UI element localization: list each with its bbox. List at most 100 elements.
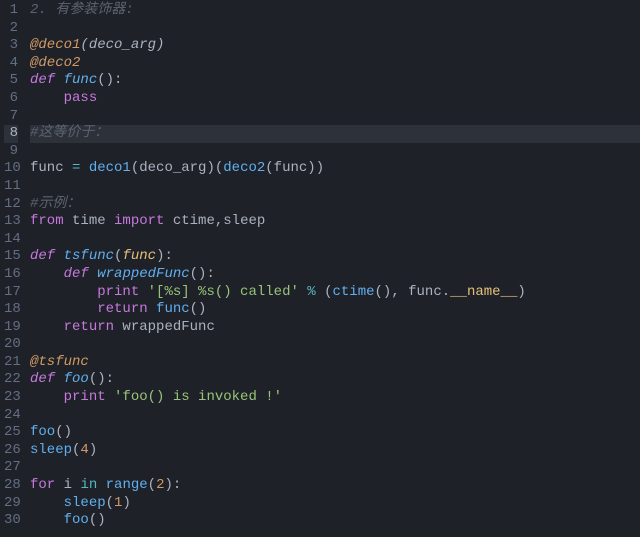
- code-token: [30, 90, 64, 106]
- code-token: return: [64, 319, 114, 335]
- line-number: 8: [4, 125, 18, 143]
- code-line[interactable]: def func():: [30, 72, 640, 90]
- code-area[interactable]: 2. 有参装饰器: @deco1(deco_arg)@deco2def func…: [26, 0, 640, 532]
- code-line[interactable]: [30, 407, 640, 425]
- code-token: range: [106, 477, 148, 493]
- code-token: [139, 284, 147, 300]
- line-number: 16: [4, 266, 18, 284]
- code-token: foo: [30, 424, 55, 440]
- line-number: 23: [4, 389, 18, 407]
- code-line[interactable]: foo(): [30, 512, 640, 530]
- code-editor[interactable]: 1234567891011121314151617181920212223242…: [0, 0, 640, 532]
- code-token: tsfunc: [64, 248, 114, 264]
- code-token: func: [30, 160, 72, 176]
- code-line[interactable]: [30, 20, 640, 38]
- code-line[interactable]: return func(): [30, 301, 640, 319]
- code-token: wrappedFunc: [114, 319, 215, 335]
- line-number: 28: [4, 477, 18, 495]
- code-line[interactable]: for i in range(2):: [30, 477, 640, 495]
- code-token: [30, 266, 64, 282]
- code-token: (func)): [265, 160, 324, 176]
- code-token: [55, 248, 63, 264]
- code-token: #示例：: [30, 196, 80, 212]
- code-token: from: [30, 213, 64, 229]
- code-line[interactable]: print 'foo() is invoked !': [30, 389, 640, 407]
- code-token: deco1: [89, 160, 131, 176]
- line-number: 4: [4, 55, 18, 73]
- code-token: [30, 284, 97, 300]
- code-token: @deco1: [30, 37, 80, 53]
- code-token: (: [148, 477, 156, 493]
- code-line[interactable]: from time import ctime,sleep: [30, 213, 640, 231]
- code-token: for: [30, 477, 55, 493]
- code-line[interactable]: @deco2: [30, 55, 640, 73]
- code-line[interactable]: #这等价于：: [30, 125, 640, 143]
- code-token: ): [89, 442, 97, 458]
- code-line[interactable]: #示例：: [30, 196, 640, 214]
- code-token: sleep: [64, 495, 106, 511]
- code-line[interactable]: func = deco1(deco_arg)(deco2(func)): [30, 160, 640, 178]
- code-token: (: [316, 284, 333, 300]
- code-token: [106, 389, 114, 405]
- code-token: i: [55, 477, 80, 493]
- line-number: 18: [4, 301, 18, 319]
- code-token: def: [30, 248, 55, 264]
- line-number: 24: [4, 407, 18, 425]
- code-token: (): [190, 301, 207, 317]
- line-number: 25: [4, 424, 18, 442]
- code-line[interactable]: [30, 108, 640, 126]
- line-number-gutter: 1234567891011121314151617181920212223242…: [0, 0, 26, 532]
- code-token: foo: [64, 371, 89, 387]
- code-line[interactable]: [30, 143, 640, 161]
- line-number: 3: [4, 37, 18, 55]
- code-token: deco2: [223, 160, 265, 176]
- code-token: sleep: [30, 442, 72, 458]
- line-number: 29: [4, 495, 18, 513]
- code-line[interactable]: [30, 459, 640, 477]
- code-token: [30, 319, 64, 335]
- code-token: def: [30, 72, 55, 88]
- line-number: 17: [4, 284, 18, 302]
- code-line[interactable]: def foo():: [30, 371, 640, 389]
- code-token: [30, 512, 64, 528]
- code-line[interactable]: foo(): [30, 424, 640, 442]
- line-number: 2: [4, 20, 18, 38]
- code-token: 2. 有参装饰器:: [30, 2, 134, 18]
- code-token: (), func.: [375, 284, 451, 300]
- code-token: print: [64, 389, 106, 405]
- code-line[interactable]: sleep(1): [30, 495, 640, 513]
- code-line[interactable]: @deco1(deco_arg): [30, 37, 640, 55]
- code-token: [89, 266, 97, 282]
- code-line[interactable]: print '[%s] %s() called' % (ctime(), fun…: [30, 284, 640, 302]
- code-line[interactable]: [30, 336, 640, 354]
- code-line[interactable]: def wrappedFunc():: [30, 266, 640, 284]
- code-line[interactable]: return wrappedFunc: [30, 319, 640, 337]
- code-token: [30, 495, 64, 511]
- code-token: deco_arg: [89, 37, 156, 53]
- code-token: def: [64, 266, 89, 282]
- line-number: 9: [4, 143, 18, 161]
- code-token: '[%s] %s() called': [148, 284, 299, 300]
- code-token: 4: [80, 442, 88, 458]
- code-line[interactable]: sleep(4): [30, 442, 640, 460]
- code-token: print: [97, 284, 139, 300]
- code-token: func: [64, 72, 98, 88]
- code-token: @deco2: [30, 55, 80, 71]
- code-line[interactable]: @tsfunc: [30, 354, 640, 372]
- code-token: in: [80, 477, 97, 493]
- code-line[interactable]: 2. 有参装饰器:: [30, 2, 640, 20]
- line-number: 12: [4, 196, 18, 214]
- code-token: foo: [64, 512, 89, 528]
- code-token: wrappedFunc: [97, 266, 189, 282]
- code-line[interactable]: [30, 178, 640, 196]
- code-line[interactable]: def tsfunc(func):: [30, 248, 640, 266]
- code-token: ():: [97, 72, 122, 88]
- code-line[interactable]: pass: [30, 90, 640, 108]
- code-line[interactable]: [30, 231, 640, 249]
- code-token: [80, 160, 88, 176]
- code-token: @tsfunc: [30, 354, 89, 370]
- code-token: pass: [64, 90, 98, 106]
- code-token: ): [122, 495, 130, 511]
- line-number: 22: [4, 371, 18, 389]
- line-number: 5: [4, 72, 18, 90]
